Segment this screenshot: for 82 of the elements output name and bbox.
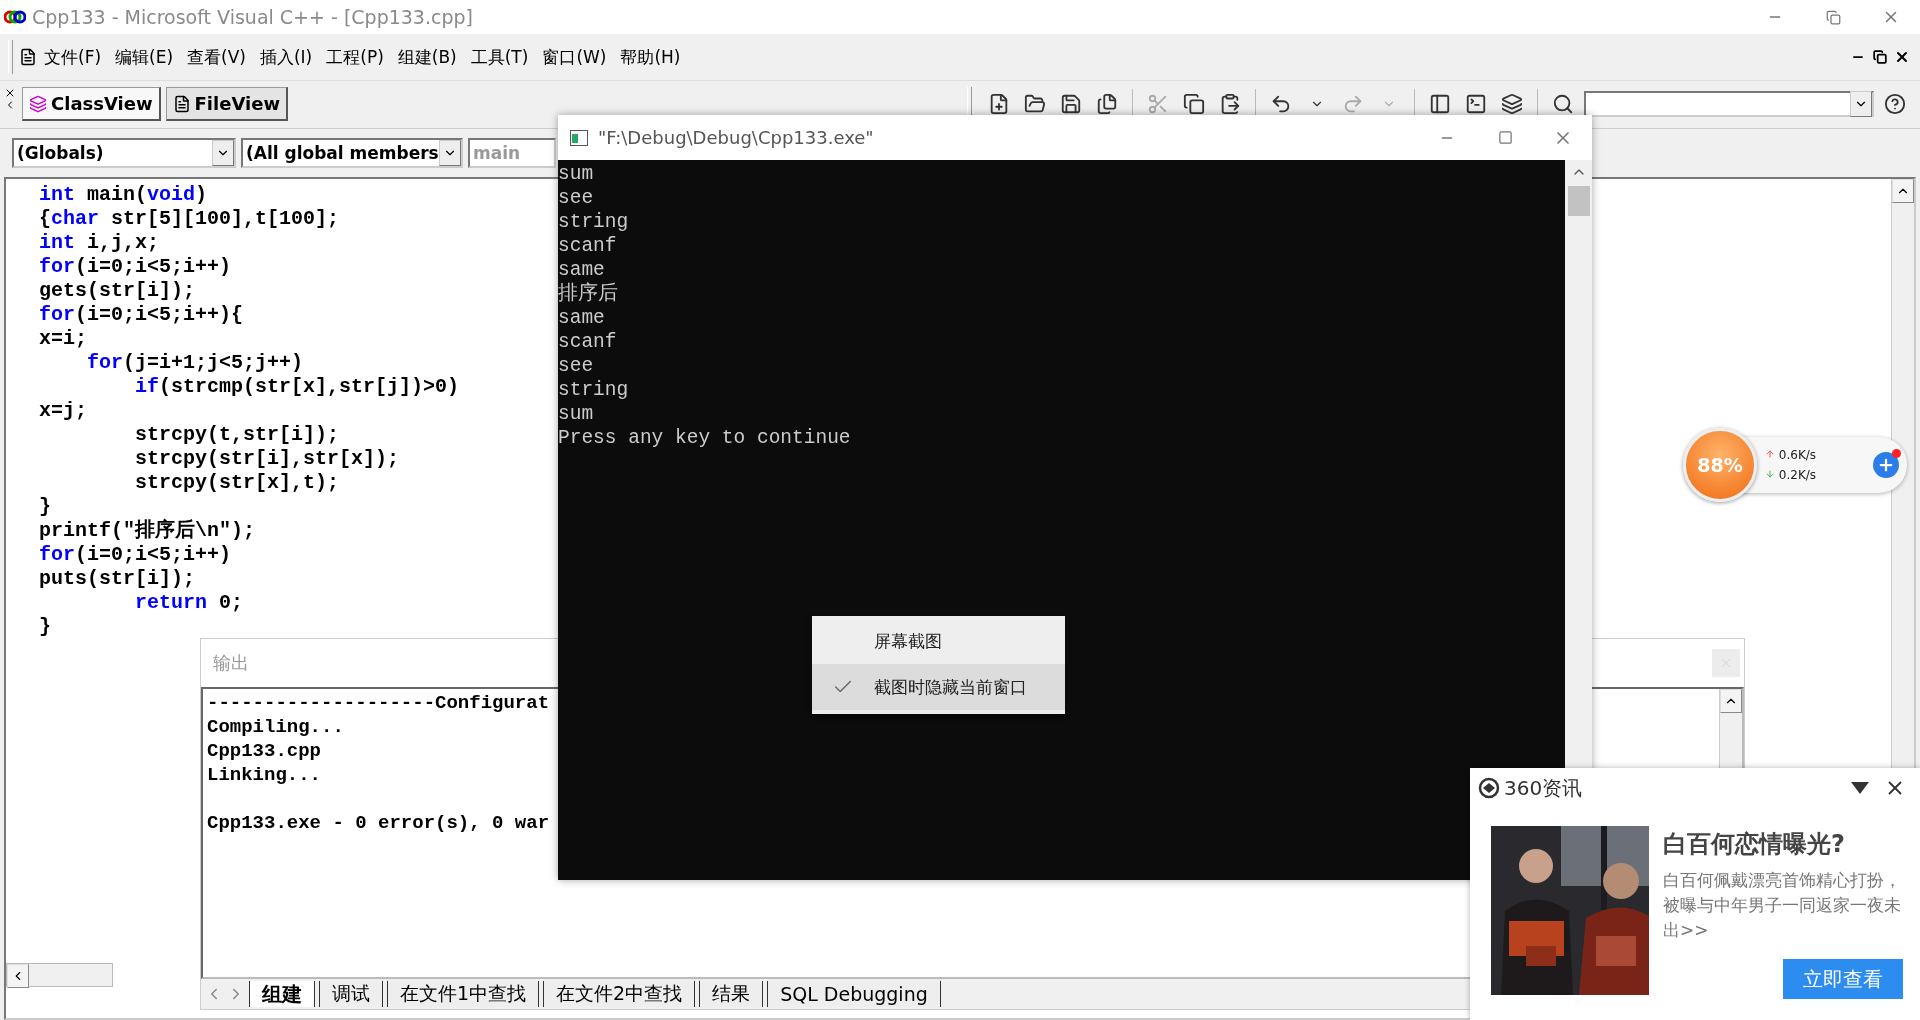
output-line: Cpp133.cpp [207, 739, 323, 763]
console-icon [570, 129, 588, 146]
code-line: x=i; [39, 327, 87, 351]
menu-item[interactable]: 查看(V) [180, 41, 253, 73]
class-view-icon [29, 94, 47, 113]
document-icon [172, 94, 191, 113]
up-arrow-icon [1765, 449, 1775, 459]
menu-item[interactable]: 窗口(W) [535, 41, 614, 73]
menu-item[interactable]: 工程(P) [319, 41, 391, 73]
output-tab[interactable]: SQL Debugging [767, 981, 941, 1007]
console-line: scanf [558, 330, 618, 354]
output-tab[interactable]: 在文件2中查找 [543, 981, 696, 1007]
code-line: puts(str[i]); [39, 567, 196, 591]
output-line: Cpp133.exe - 0 error(s), 0 war [207, 811, 551, 835]
code-line: for(j=i+1;j<5;j++) [86, 351, 304, 375]
console-line: sum [558, 162, 595, 186]
menu-item[interactable]: 组建(B) [390, 41, 464, 73]
code-line: int i,j,x; [39, 231, 160, 255]
console-line: see [558, 186, 595, 210]
output-tab[interactable]: 结果 [699, 981, 764, 1007]
menu-item[interactable]: 编辑(E) [108, 41, 181, 73]
caret-icon[interactable] [1851, 782, 1869, 794]
code-line: x=j; [39, 399, 87, 423]
console-line: string [558, 378, 630, 402]
code-line: for(i=0;i<5;i++) [39, 543, 232, 567]
output-tab[interactable]: 在文件1中查找 [387, 981, 540, 1007]
find-combo[interactable] [1584, 91, 1874, 117]
combo-box[interactable]: (All global members [241, 138, 463, 168]
horizontal-scrollbar[interactable] [6, 963, 113, 987]
code-line: for(i=0;i<5;i++){ [39, 303, 244, 327]
console-line: see [558, 354, 595, 378]
logo-icon [1478, 777, 1500, 799]
window-title: "F:\Debug\Debug\Cpp133.exe" [598, 127, 874, 148]
console-line: scanf [558, 234, 618, 258]
output-line: Linking... [207, 763, 323, 787]
workspace-tab[interactable]: ClassView [22, 87, 161, 121]
output-tab[interactable]: 组建 [249, 981, 315, 1007]
output-tab[interactable]: 调试 [319, 981, 383, 1007]
close-icon[interactable] [4, 87, 16, 99]
console-line: same [558, 306, 606, 330]
code-line: strcpy(str[x],t); [134, 471, 340, 495]
code-line: int main(void) [39, 183, 208, 207]
news-headline: 白百何恋情曝光? [1663, 829, 1846, 860]
menu-item[interactable]: 帮助(H) [613, 41, 688, 73]
code-line: } [39, 495, 51, 519]
scroll-thumb[interactable] [1567, 186, 1590, 216]
menu-item[interactable]: 屏幕截图 [812, 618, 1065, 664]
maximize-icon[interactable] [1497, 130, 1513, 145]
menu-item[interactable]: 工具(T) [463, 41, 536, 73]
notification-dot [1892, 449, 1901, 458]
output-line: Compiling... [207, 715, 345, 739]
menu-item[interactable]: 截图时隐藏当前窗口 [812, 664, 1065, 710]
console-line: same [558, 258, 606, 282]
workspace-tab[interactable]: FileView [165, 87, 289, 121]
code-line: } [39, 615, 51, 639]
app-logo-icon [4, 9, 26, 25]
code-line: strcpy(str[i],str[x]); [134, 447, 400, 471]
upload-rate: 0.6K/s [1778, 448, 1817, 462]
code-line: strcpy(t,str[i]); [134, 423, 340, 447]
menu-item[interactable]: 插入(I) [252, 41, 320, 73]
scroll-up-button[interactable] [1892, 179, 1914, 203]
window-title: Cpp133 - Microsoft Visual C++ - [Cpp133.cpp] [32, 6, 473, 28]
code-line: gets(str[i]); [39, 279, 196, 303]
console-line: sum [558, 402, 595, 426]
code-line: printf("排序后\n"); [39, 519, 256, 543]
console-line: Press any key to continue [558, 426, 852, 450]
console-line: string [558, 210, 630, 234]
output-line: --------------------Configurat [207, 691, 551, 715]
code-line: if(strcmp(str[x],str[j])>0) [134, 375, 460, 399]
download-rate: 0.2K/s [1778, 468, 1817, 482]
popup-title: 360资讯 [1504, 774, 1583, 802]
document-icon [19, 48, 37, 66]
panel-title: 输出 [213, 651, 249, 675]
code-line: for(i=0;i<5;i++) [39, 255, 232, 279]
menu-item[interactable]: 文件(F) [37, 41, 109, 73]
console-line: 排序后 [558, 282, 619, 306]
code-line: {char str[5][100],t[100]; [39, 207, 340, 231]
combo-box[interactable]: (Globals) [12, 138, 236, 168]
news-summary: 白百何佩戴漂亮首饰精心打扮，被曝与中年男子一同返家一夜未出>> [1663, 869, 1902, 942]
scroll-up-button[interactable] [1720, 689, 1742, 713]
code-line: return 0; [134, 591, 244, 615]
down-arrow-icon [1765, 469, 1775, 479]
